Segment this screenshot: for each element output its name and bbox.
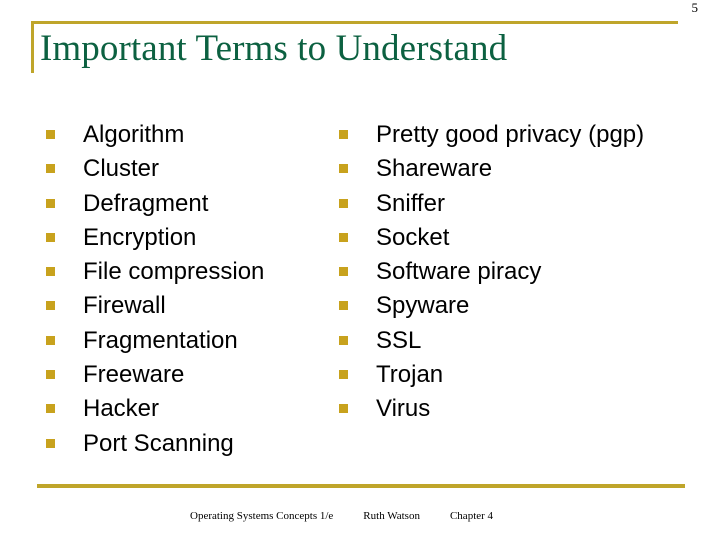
slide-body: Algorithm Cluster Defragment Encryption … bbox=[0, 118, 720, 468]
list-item-label: Sniffer bbox=[376, 189, 445, 217]
bullet-list-left: Algorithm Cluster Defragment Encryption … bbox=[46, 118, 346, 461]
square-bullet-icon bbox=[46, 232, 55, 242]
footer-course-label: Operating Systems Concepts 1/e bbox=[190, 510, 334, 522]
list-item-label: Firewall bbox=[83, 292, 166, 320]
list-item-label: Software piracy bbox=[376, 258, 542, 286]
square-bullet-icon bbox=[46, 370, 55, 380]
list-item: Encryption bbox=[46, 221, 346, 255]
square-bullet-icon bbox=[46, 130, 55, 139]
list-item-label: Hacker bbox=[83, 395, 160, 423]
list-item: Fragmentation bbox=[46, 324, 346, 358]
footer-text-group: Operating Systems Concepts 1/e Ruth Wats… bbox=[190, 510, 590, 522]
square-bullet-icon bbox=[339, 370, 348, 380]
list-item-label: Fragmentation bbox=[83, 326, 238, 354]
list-item: Algorithm bbox=[46, 118, 346, 152]
square-bullet-icon bbox=[46, 335, 55, 345]
title-left-rule bbox=[31, 21, 34, 73]
list-item: Defragment bbox=[46, 187, 346, 221]
list-item-label: File compression bbox=[83, 258, 265, 286]
list-item: Hacker bbox=[46, 392, 346, 426]
list-item: Port Scanning bbox=[46, 427, 346, 461]
page-title: Important Terms to Understand bbox=[40, 28, 508, 69]
square-bullet-icon bbox=[46, 404, 55, 414]
footer-author-label: Ruth Watson bbox=[363, 510, 420, 522]
square-bullet-icon bbox=[339, 198, 348, 208]
list-item-label: Pretty good privacy (pgp) bbox=[376, 121, 645, 148]
square-bullet-icon bbox=[339, 232, 348, 242]
list-item-label: Spyware bbox=[376, 292, 470, 320]
list-item-label: Encryption bbox=[83, 223, 197, 251]
list-item: Pretty good privacy (pgp) bbox=[339, 118, 689, 152]
square-bullet-icon bbox=[339, 301, 348, 311]
slide-number: 5 bbox=[691, 0, 699, 15]
list-item-label: Shareware bbox=[376, 155, 493, 183]
list-item: Software piracy bbox=[339, 255, 689, 289]
list-item-label: Trojan bbox=[376, 361, 444, 389]
list-item-label: Algorithm bbox=[83, 121, 185, 148]
square-bullet-icon bbox=[339, 164, 348, 174]
square-bullet-icon bbox=[46, 164, 55, 174]
list-item-label: Socket bbox=[376, 223, 450, 251]
slide-canvas: Important Terms to Understand Algorithm … bbox=[0, 0, 720, 540]
bullet-list-right: Pretty good privacy (pgp) Shareware Snif… bbox=[339, 118, 689, 427]
list-item: Firewall bbox=[46, 289, 346, 323]
list-item-label: Port Scanning bbox=[83, 429, 234, 457]
list-item: Freeware bbox=[46, 358, 346, 392]
slide-footer: Operating Systems Concepts 1/e Ruth Wats… bbox=[0, 508, 720, 532]
list-item-label: SSL bbox=[376, 326, 422, 354]
square-bullet-icon bbox=[46, 301, 55, 311]
square-bullet-icon bbox=[46, 267, 55, 277]
list-item: Socket bbox=[339, 221, 689, 255]
list-item: Sniffer bbox=[339, 187, 689, 221]
square-bullet-icon bbox=[339, 267, 348, 277]
list-item-label: Virus bbox=[376, 395, 431, 423]
square-bullet-icon bbox=[339, 130, 348, 139]
square-bullet-icon bbox=[46, 198, 55, 208]
title-top-rule bbox=[31, 21, 678, 24]
square-bullet-icon bbox=[339, 335, 348, 345]
list-item: Cluster bbox=[46, 152, 346, 186]
footer-rule bbox=[37, 484, 685, 488]
list-item: Spyware bbox=[339, 289, 689, 323]
list-item: Trojan bbox=[339, 358, 689, 392]
list-item: Virus bbox=[339, 392, 689, 426]
list-item: File compression bbox=[46, 255, 346, 289]
list-item-label: Defragment bbox=[83, 189, 209, 217]
list-item-label: Cluster bbox=[83, 155, 160, 183]
list-item: Shareware bbox=[339, 152, 689, 186]
square-bullet-icon bbox=[339, 404, 348, 414]
footer-chapter-label: Chapter 4 bbox=[449, 510, 494, 522]
list-item-label: Freeware bbox=[83, 361, 185, 389]
list-item: SSL bbox=[339, 324, 689, 358]
square-bullet-icon bbox=[46, 438, 55, 448]
